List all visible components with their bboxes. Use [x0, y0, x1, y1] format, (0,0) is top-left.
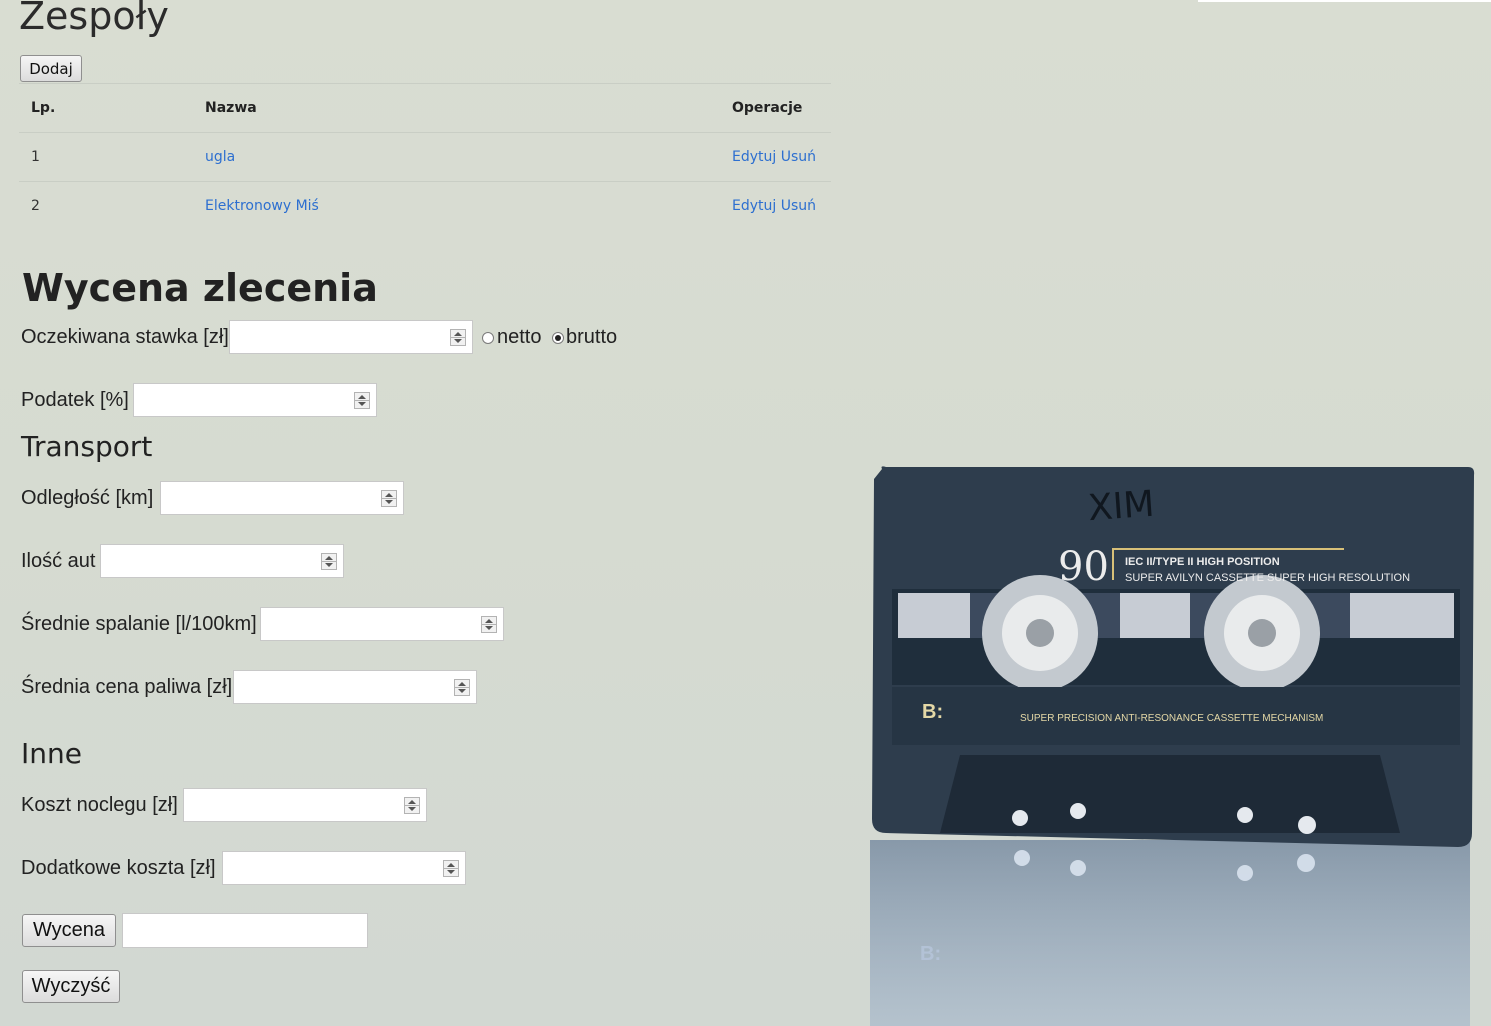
- spinner-icon[interactable]: [321, 553, 337, 570]
- consumption-label: Średnie spalanie [l/100km]: [21, 613, 257, 635]
- column-header-lp: Lp.: [19, 83, 193, 133]
- team-name-link[interactable]: Elektronowy Miś: [205, 198, 319, 214]
- distance-label: Odległość [km]: [21, 487, 154, 509]
- cassette-type-text: IEC II/TYPE II HIGH POSITION: [1125, 556, 1280, 568]
- column-header-operations: Operacje: [720, 83, 831, 133]
- spinner-icon[interactable]: [354, 392, 370, 409]
- netto-radio[interactable]: [482, 332, 494, 344]
- row-operations: Edytuj Usuń: [720, 132, 831, 182]
- cars-label: Ilość aut: [21, 550, 96, 572]
- extra-costs-label: Dodatkowe koszta [zł]: [21, 857, 216, 879]
- page-title: Zespoły: [19, 0, 169, 38]
- distance-input[interactable]: [160, 481, 404, 515]
- consumption-input[interactable]: [260, 607, 504, 641]
- quote-button[interactable]: Wycena: [22, 914, 116, 947]
- reflection-side-label: B:: [920, 943, 941, 965]
- team-name-link[interactable]: ugla: [205, 149, 235, 165]
- spinner-icon[interactable]: [404, 797, 420, 814]
- row-lp: 2: [19, 181, 193, 230]
- delete-link[interactable]: Usuń: [781, 198, 816, 214]
- cassette-handwriting: XIM: [1087, 484, 1156, 530]
- quote-result-field[interactable]: [122, 913, 368, 948]
- delete-link[interactable]: Usuń: [781, 149, 816, 165]
- expected-rate-input[interactable]: [229, 320, 473, 354]
- quote-section-title: Wycena zlecenia: [22, 266, 378, 310]
- cassette-brand-text: SUPER AVILYN CASSETTE SUPER HIGH RESOLUT…: [1125, 572, 1410, 584]
- table-header-row: Lp. Nazwa Operacje: [19, 83, 831, 133]
- add-team-button[interactable]: Dodaj: [20, 55, 82, 82]
- top-edge-highlight: [1198, 0, 1491, 2]
- row-operations: Edytuj Usuń: [720, 181, 831, 230]
- spinner-icon[interactable]: [454, 679, 470, 696]
- spinner-icon[interactable]: [443, 860, 459, 877]
- extra-costs-input[interactable]: [222, 851, 466, 885]
- brutto-radio[interactable]: [552, 332, 564, 344]
- fuel-price-label: Średnia cena paliwa [zł]: [21, 676, 233, 698]
- teams-table: Lp. Nazwa Operacje 1 ugla Edytuj Usuń 2 …: [19, 83, 831, 230]
- clear-button[interactable]: Wyczyść: [22, 970, 120, 1003]
- lodging-input[interactable]: [183, 788, 427, 822]
- cassette-reflection: B:: [870, 840, 1470, 1026]
- tax-input[interactable]: [133, 383, 377, 417]
- cassette-number: 90: [1058, 544, 1109, 590]
- cassette-body: XIM 90 IEC II/TYPE II HIGH POSITION SUPE…: [872, 466, 1475, 847]
- cassette-side-label: B:: [922, 701, 943, 723]
- row-lp: 1: [19, 132, 193, 182]
- edit-link[interactable]: Edytuj: [732, 149, 776, 165]
- spinner-icon[interactable]: [381, 490, 397, 507]
- other-section-title: Inne: [21, 737, 82, 770]
- cassette-photo: B: XIM 90 IEC II/TYPE II HIGH POSITION S…: [870, 466, 1475, 1026]
- netto-label: netto: [497, 326, 542, 348]
- edit-link[interactable]: Edytuj: [732, 198, 776, 214]
- fuel-price-input[interactable]: [233, 670, 477, 704]
- table-row: 2 Elektronowy Miś Edytuj Usuń: [19, 181, 831, 230]
- brutto-label: brutto: [566, 326, 618, 348]
- column-header-name: Nazwa: [193, 83, 720, 133]
- transport-section-title: Transport: [21, 430, 153, 463]
- spinner-icon[interactable]: [450, 329, 466, 346]
- cars-input[interactable]: [100, 544, 344, 578]
- tax-label: Podatek [%]: [21, 389, 129, 411]
- table-row: 1 ugla Edytuj Usuń: [19, 132, 831, 182]
- spinner-icon[interactable]: [481, 616, 497, 633]
- lodging-label: Koszt noclegu [zł]: [21, 794, 178, 816]
- expected-rate-label: Oczekiwana stawka [zł]: [21, 326, 229, 348]
- cassette-mechanism-text: SUPER PRECISION ANTI-RESONANCE CASSETTE …: [1020, 713, 1323, 724]
